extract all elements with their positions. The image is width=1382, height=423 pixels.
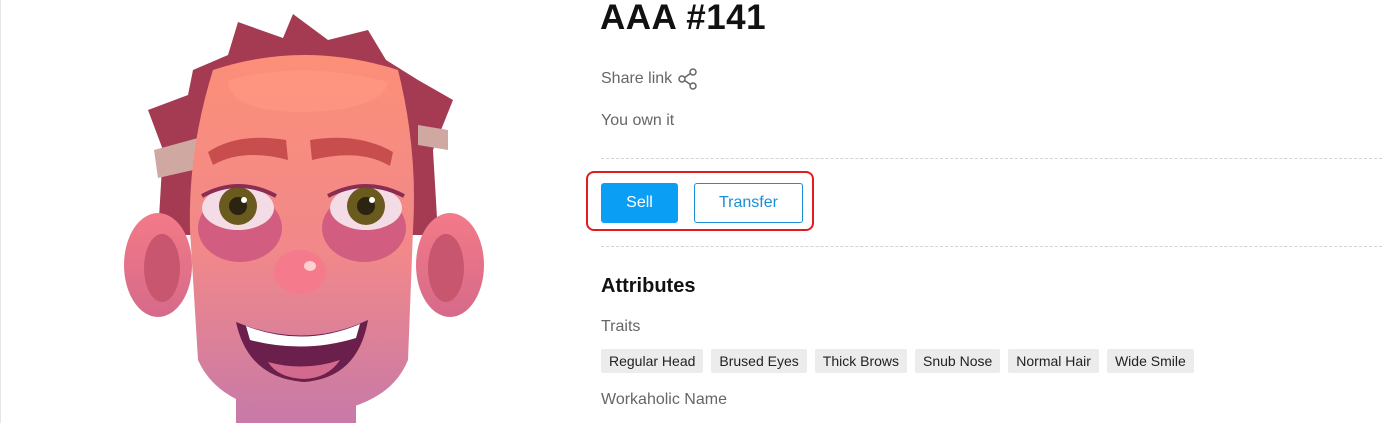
attributes-heading: Attributes	[601, 275, 696, 297]
sell-button[interactable]: Sell	[601, 183, 678, 223]
ownership-status: You own it	[601, 112, 675, 129]
page-left-border	[0, 0, 1, 423]
trait-chip: Snub Nose	[915, 349, 1001, 373]
trait-chip: Wide Smile	[1106, 349, 1194, 373]
share-icon[interactable]	[678, 68, 698, 90]
workaholic-name-label: Workaholic Name	[601, 391, 727, 408]
share-link[interactable]: Share link	[601, 68, 698, 90]
traits-list: Regular Head Brused Eyes Thick Brows Snu…	[601, 349, 1194, 373]
nft-title: AAA #141	[600, 0, 767, 37]
share-link-label: Share link	[601, 70, 673, 87]
trait-chip: Thick Brows	[814, 349, 907, 373]
trait-chip: Brused Eyes	[711, 349, 807, 373]
nft-avatar-image	[124, 14, 484, 423]
traits-label: Traits	[601, 318, 641, 335]
trait-chip: Normal Hair	[1008, 349, 1099, 373]
divider-bottom	[601, 246, 1382, 247]
trait-chip: Regular Head	[601, 349, 704, 373]
divider-top	[601, 158, 1382, 159]
transfer-button[interactable]: Transfer	[694, 183, 803, 223]
